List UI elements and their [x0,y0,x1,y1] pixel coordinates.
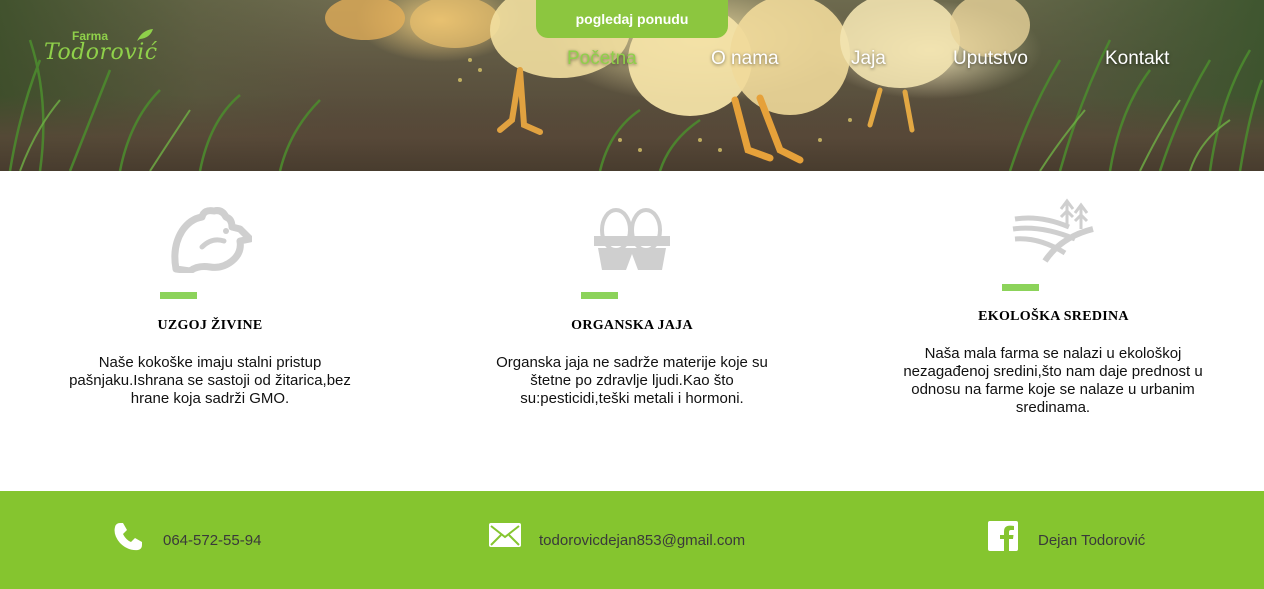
feature-text: Naša mala farma se nalazi u ekološkoj ne… [903,345,1203,416]
feature-title: ORGANSKA JAJA [571,318,693,333]
field-icon [1012,198,1094,263]
hero-banner: Farma Todorović pogledaj ponudu Početna … [0,0,1264,171]
email-address[interactable]: todorovicdejan853@gmail.com [539,532,745,549]
phone-contact[interactable]: 064-572-55-94 [0,491,420,589]
nav-item-o-nama[interactable]: O nama [711,48,779,70]
email-contact[interactable]: todorovicdejan853@gmail.com [420,491,842,589]
feature-title: UZGOJ ŽIVINE [157,318,263,333]
contact-footer: 064-572-55-94 todorovicdejan853@gmail.co… [0,491,1264,589]
feature-ecological: EKOLOŠKA SREDINA Naša mala farma se nala… [843,171,1264,491]
main-navigation: Početna O nama Jaja Uputstvo Kontakt [0,48,1264,72]
features-section: UZGOJ ŽIVINE Naše kokoške imaju stalni p… [0,171,1264,491]
envelope-icon [489,523,521,547]
leaf-icon [137,29,153,41]
phone-icon [114,523,142,551]
feature-divider [1002,284,1039,291]
feature-text: Naše kokoške imaju stalni pristup pašnja… [69,354,351,407]
nav-item-jaja[interactable]: Jaja [851,48,886,70]
feature-poultry: UZGOJ ŽIVINE Naše kokoške imaju stalni p… [0,171,420,491]
feature-divider [160,292,197,299]
nav-item-pocetna[interactable]: Početna [567,48,637,70]
phone-number[interactable]: 064-572-55-94 [163,532,261,549]
feature-title: EKOLOŠKA SREDINA [978,309,1129,324]
facebook-name[interactable]: Dejan Todorović [1038,532,1145,549]
feature-divider [581,292,618,299]
nav-item-kontakt[interactable]: Kontakt [1105,48,1169,70]
feature-organic-eggs: ORGANSKA JAJA Organska jaja ne sadrže ma… [422,171,842,491]
feature-text: Organska jaja ne sadrže materije koje su… [496,354,768,407]
facebook-contact[interactable]: Dejan Todorović [842,491,1264,589]
view-offer-button[interactable]: pogledaj ponudu [536,0,728,38]
chicken-icon [171,207,252,273]
nav-item-uputstvo[interactable]: Uputstvo [953,48,1028,70]
facebook-icon [988,521,1018,551]
egg-carton-icon [594,208,670,270]
